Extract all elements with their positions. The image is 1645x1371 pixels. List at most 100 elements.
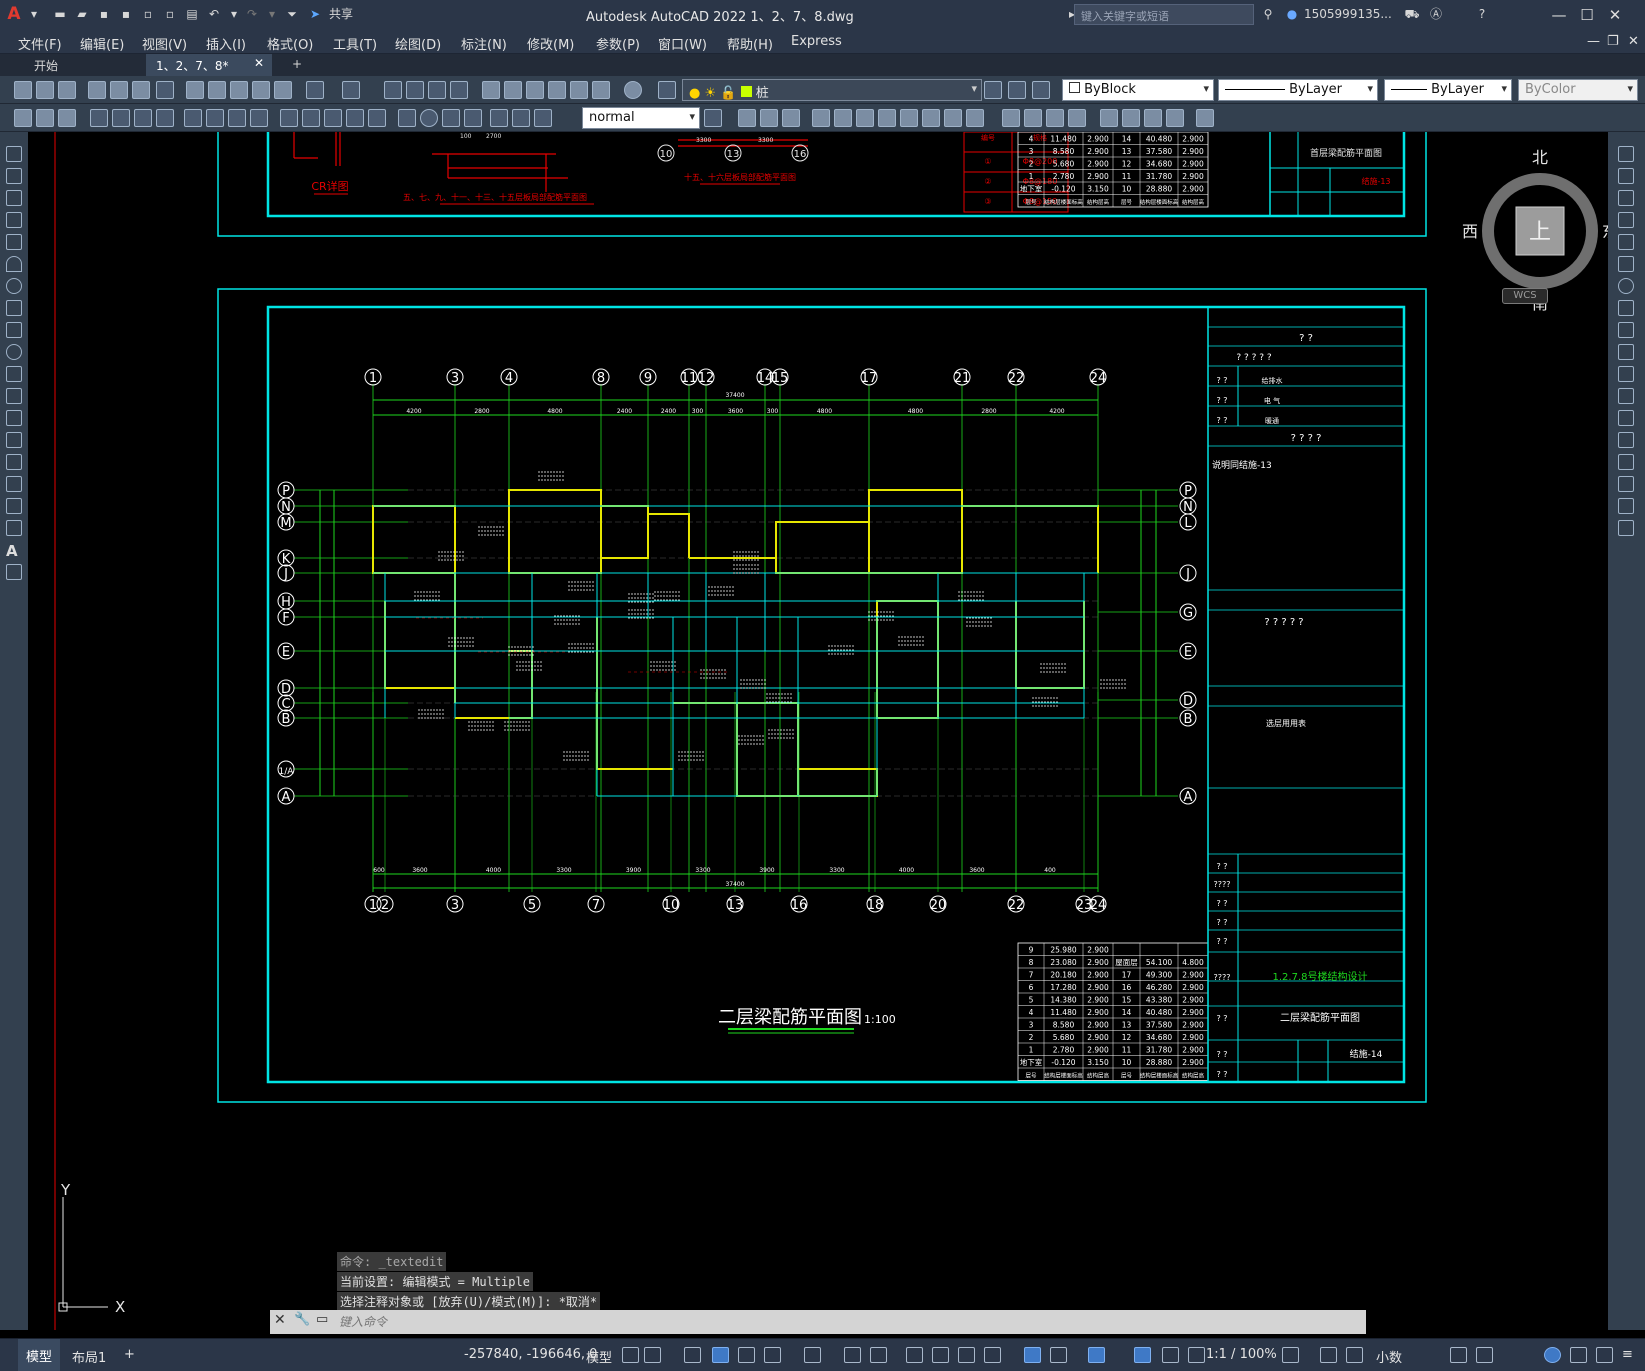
menu-file[interactable]: 文件(F) [18,34,62,53]
drawing-canvas[interactable]: CR详图 五、七、九、十一、十三、十五层板局部配筋平面图 十五、十六层板局部配筋… [28,132,1608,1330]
undo-icon[interactable]: ↶ [206,7,222,22]
viewcube-north[interactable]: 北 [1532,148,1548,167]
isolate-icon[interactable] [1346,1347,1363,1363]
menu-dimension[interactable]: 标注(N) [461,34,507,53]
search-icon[interactable]: ⚲ [1260,7,1276,22]
menu-draw[interactable]: 绘图(D) [395,34,441,53]
layer-state-icon[interactable] [1032,81,1050,99]
properties-icon[interactable] [482,81,500,99]
customize-qat-icon[interactable]: ⏷ [284,7,300,22]
add-layout-button[interactable]: + [124,1347,135,1362]
insert-block-icon[interactable] [6,388,22,404]
ellipse-arc-icon[interactable] [6,366,22,382]
delete-faces-icon[interactable] [878,109,896,127]
open-icon[interactable] [36,81,54,99]
selection-cycling-icon[interactable] [958,1347,975,1363]
shell-icon[interactable] [1068,109,1086,127]
extend-icon[interactable] [1618,366,1634,382]
undo-icon[interactable] [306,81,324,99]
share-label[interactable]: 共享 [326,7,356,22]
dim-break-icon[interactable] [368,109,386,127]
jogged-linear-icon[interactable] [464,109,482,127]
help-icon[interactable] [624,81,642,99]
tool-palettes-icon[interactable] [526,81,544,99]
dim-style-icon[interactable] [704,109,722,127]
redo-icon[interactable] [342,81,360,99]
erase-icon[interactable] [1618,146,1634,162]
baseline-dim-icon[interactable] [302,109,320,127]
subtract-icon[interactable] [760,109,778,127]
quick-properties-icon[interactable] [1450,1347,1467,1363]
hatch-icon[interactable] [6,454,22,470]
lock-ui-icon[interactable] [1476,1347,1493,1363]
close-command-icon[interactable]: ✕ [274,1312,286,1328]
linetype-dropdown[interactable]: ByLayer ▾ [1218,79,1378,101]
arc-icon[interactable] [6,256,22,272]
cart-icon[interactable]: ⛟ [1404,7,1420,22]
viewcube-west[interactable]: 西 [1462,222,1478,241]
3d-osnap-icon[interactable] [984,1347,1001,1363]
plot-icon[interactable]: ▤ [184,7,200,22]
diameter-dim-icon[interactable] [228,109,246,127]
menu-view[interactable]: 视图(V) [142,34,187,53]
auto-scale-icon[interactable] [1162,1347,1179,1363]
cut-icon[interactable] [186,81,204,99]
grid-icon[interactable] [622,1347,639,1363]
app-menu-chevron-icon[interactable]: ▾ [26,7,42,22]
plot-icon[interactable] [88,81,106,99]
user-icon[interactable]: ● [1284,7,1300,22]
chamfer-icon[interactable] [1618,454,1634,470]
ortho-icon[interactable] [738,1347,755,1363]
annotate-plus-icon[interactable] [1320,1347,1337,1363]
gizmo-icon[interactable] [1050,1347,1067,1363]
separate-icon[interactable] [1046,109,1064,127]
lineweight-dropdown[interactable]: ByLayer ▾ [1384,79,1512,101]
dynamic-input-icon[interactable] [712,1347,729,1363]
infer-icon[interactable] [684,1347,701,1363]
match-properties-icon[interactable] [252,81,270,99]
layer-dropdown[interactable]: ● ☀ 🔓 桩 ▾ [682,79,982,101]
rotate-faces-icon[interactable] [900,109,918,127]
doc-close-button[interactable]: ✕ [1628,34,1639,49]
tolerance-icon[interactable] [398,109,416,127]
share-icon[interactable]: ➤ [307,7,323,22]
copy-icon[interactable] [208,81,226,99]
mirror-icon[interactable] [1618,190,1634,206]
viewcube-top[interactable]: 上 [1529,220,1551,245]
command-input[interactable]: 键入命令 [333,1313,1353,1331]
rotate-icon[interactable] [1618,278,1634,294]
menu-express[interactable]: Express [791,34,842,49]
transparency-icon[interactable] [932,1347,949,1363]
osnap-tracking-icon[interactable] [844,1347,861,1363]
osnap-icon[interactable] [870,1347,887,1363]
break-at-point-icon[interactable] [1618,388,1634,404]
help-icon[interactable]: ? [1474,7,1490,22]
app-logo-icon[interactable]: A [6,6,22,23]
open-web-icon[interactable]: ▫ [140,7,156,22]
explode-icon[interactable] [1618,520,1634,536]
workspace-gear-icon[interactable] [1282,1347,1299,1363]
polyline-icon[interactable] [6,190,22,206]
menu-parametric[interactable]: 参数(P) [596,34,640,53]
fullscreen-icon[interactable] [1596,1347,1613,1363]
offset-faces-icon[interactable] [856,109,874,127]
tab-current-file[interactable]: 1、2、7、8* ✕ [146,54,272,76]
trim-icon[interactable] [1618,344,1634,360]
draw-order-icon[interactable] [36,109,54,127]
minimize-button[interactable]: — [1548,4,1570,26]
plot-preview-icon[interactable] [110,81,128,99]
ucs-toggle-icon[interactable] [1024,1347,1041,1363]
line-icon[interactable] [6,146,22,162]
close-button[interactable]: ✕ [1604,4,1626,26]
units-dropdown[interactable]: 小数 [1376,1347,1402,1366]
color-dropdown[interactable]: ByBlock ▾ [1062,79,1214,101]
tab-close-icon[interactable]: ✕ [254,56,264,70]
move-faces-icon[interactable] [834,109,852,127]
zoom-window-icon[interactable] [428,81,446,99]
polar-icon[interactable] [764,1347,781,1363]
save-web-icon[interactable]: ▫ [162,7,178,22]
annotation-monitor-icon[interactable] [1088,1347,1105,1363]
linear-dim-icon[interactable] [90,109,108,127]
inspection-icon[interactable] [442,109,460,127]
menu-format[interactable]: 格式(O) [267,34,313,53]
